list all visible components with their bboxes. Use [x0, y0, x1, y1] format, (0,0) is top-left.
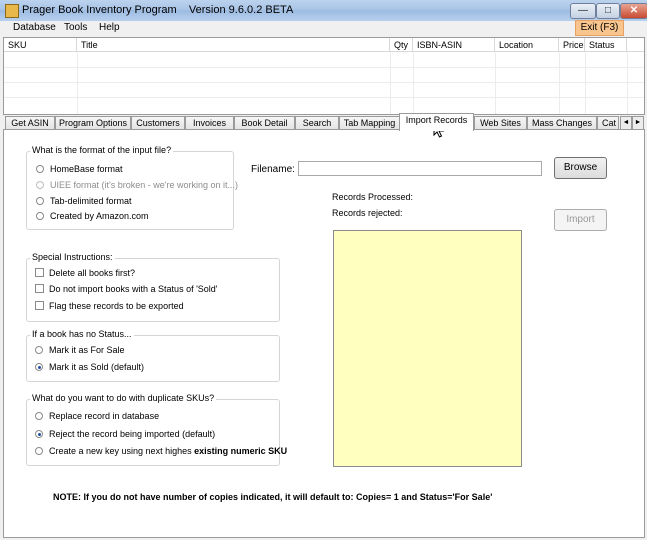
tab-customers[interactable]: Customers	[131, 116, 185, 130]
radio-for-sale-label[interactable]: Mark it as For Sale	[49, 345, 125, 355]
radio-new-key-label[interactable]: Create a new key using next highes exist…	[49, 446, 287, 456]
column-header-status[interactable]: Status	[585, 38, 627, 52]
special-instructions-title: Special Instructions:	[30, 252, 115, 262]
default-note: NOTE: If you do not have number of copie…	[53, 492, 493, 502]
duplicate-sku-title: What do you want to do with duplicate SK…	[30, 393, 217, 403]
column-header-qty[interactable]: Qty	[390, 38, 413, 52]
filename-input[interactable]	[298, 161, 542, 176]
tab-program-options[interactable]: Program Options	[55, 116, 131, 130]
menu-database[interactable]: Database	[13, 22, 56, 33]
checkbox-flag-export[interactable]	[35, 301, 44, 310]
grid-row-line	[4, 82, 644, 83]
radio-homebase[interactable]	[36, 165, 44, 173]
radio-tab-delimited-label[interactable]: Tab-delimited format	[50, 196, 132, 206]
radio-sold[interactable]	[35, 363, 43, 371]
grid-col-line	[413, 52, 414, 114]
radio-reject-label[interactable]: Reject the record being imported (defaul…	[49, 429, 215, 439]
tab-scroll-right-icon[interactable]: ►	[632, 116, 644, 130]
checkbox-delete-all-label[interactable]: Delete all books first?	[49, 268, 135, 278]
grid-row-line	[4, 67, 644, 68]
minimize-icon: —	[578, 5, 588, 16]
grid-col-line	[390, 52, 391, 114]
radio-replace-label[interactable]: Replace record in database	[49, 411, 159, 421]
no-status-title: If a book has no Status...	[30, 329, 134, 339]
radio-sold-label[interactable]: Mark it as Sold (default)	[49, 362, 144, 372]
maximize-button[interactable]: □	[596, 3, 620, 19]
window-title: Prager Book Inventory Program Version 9.…	[22, 4, 293, 16]
column-header-sku[interactable]: SKU	[4, 38, 77, 52]
import-log-box	[333, 230, 522, 467]
column-header-title[interactable]: Title	[77, 38, 390, 52]
radio-uiee	[36, 181, 44, 189]
menu-tools[interactable]: Tools	[64, 22, 87, 33]
filename-label: Filename:	[251, 164, 295, 175]
menu-bar	[0, 21, 647, 35]
minimize-button[interactable]: —	[570, 3, 596, 19]
column-header-price[interactable]: Price	[559, 38, 585, 52]
tab-invoices[interactable]: Invoices	[185, 116, 234, 130]
grid-row-line	[4, 97, 644, 98]
radio-tab-delimited[interactable]	[36, 197, 44, 205]
format-group-title: What is the format of the input file?	[30, 145, 174, 155]
grid-col-line	[585, 52, 586, 114]
tab-scroll-left-icon[interactable]: ◄	[620, 116, 632, 130]
grid-col-line	[495, 52, 496, 114]
tab-web-sites[interactable]: Web Sites	[474, 116, 527, 130]
radio-amazon[interactable]	[36, 212, 44, 220]
tab-mass-changes[interactable]: Mass Changes	[527, 116, 597, 130]
checkbox-skip-sold-label[interactable]: Do not import books with a Status of 'So…	[49, 284, 218, 294]
browse-button[interactable]: Browse	[554, 157, 607, 179]
radio-replace[interactable]	[35, 412, 43, 420]
exit-button[interactable]: Exit (F3)	[575, 20, 624, 36]
tab-tab-mapping[interactable]: Tab Mapping	[339, 116, 400, 130]
grid-col-line	[77, 52, 78, 114]
tab-import-records[interactable]: Import Records	[399, 113, 474, 131]
radio-uiee-label: UIEE format (it's broken - we're working…	[50, 180, 238, 190]
tab-get-asin[interactable]: Get ASIN	[5, 116, 55, 130]
tab-cat[interactable]: Cat	[597, 116, 619, 129]
checkbox-flag-export-label[interactable]: Flag these records to be exported	[49, 301, 184, 311]
radio-amazon-label[interactable]: Created by Amazon.com	[50, 211, 149, 221]
records-rejected-label: Records rejected:	[332, 208, 403, 218]
radio-new-key[interactable]	[35, 447, 43, 455]
menu-help[interactable]: Help	[99, 22, 120, 33]
grid-col-line	[627, 52, 628, 114]
column-header-filler	[627, 38, 644, 52]
radio-new-key-bold: existing numeric SKU	[194, 446, 288, 456]
tab-book-detail[interactable]: Book Detail	[234, 116, 295, 130]
close-button[interactable]: ✕	[620, 3, 647, 19]
column-header-location[interactable]: Location	[495, 38, 559, 52]
app-version: Version 9.6.0.2 BETA	[188, 4, 294, 16]
inventory-grid[interactable]: SKU Title Qty ISBN-ASIN Location Price S…	[3, 37, 645, 115]
radio-for-sale[interactable]	[35, 346, 43, 354]
app-icon	[5, 4, 19, 18]
checkbox-skip-sold[interactable]	[35, 284, 44, 293]
maximize-icon: □	[604, 5, 612, 16]
grid-col-line	[559, 52, 560, 114]
no-status-group	[26, 335, 280, 382]
app-name: Prager Book Inventory Program	[22, 4, 177, 16]
column-header-isbn[interactable]: ISBN-ASIN	[413, 38, 495, 52]
radio-homebase-label[interactable]: HomeBase format	[50, 164, 123, 174]
records-processed-label: Records Processed:	[332, 192, 414, 202]
checkbox-delete-all[interactable]	[35, 268, 44, 277]
radio-new-key-text: Create a new key using next highes	[49, 446, 192, 456]
close-icon: ✕	[629, 5, 639, 16]
tab-search[interactable]: Search	[295, 116, 339, 130]
import-button: Import	[554, 209, 607, 231]
radio-reject[interactable]	[35, 430, 43, 438]
